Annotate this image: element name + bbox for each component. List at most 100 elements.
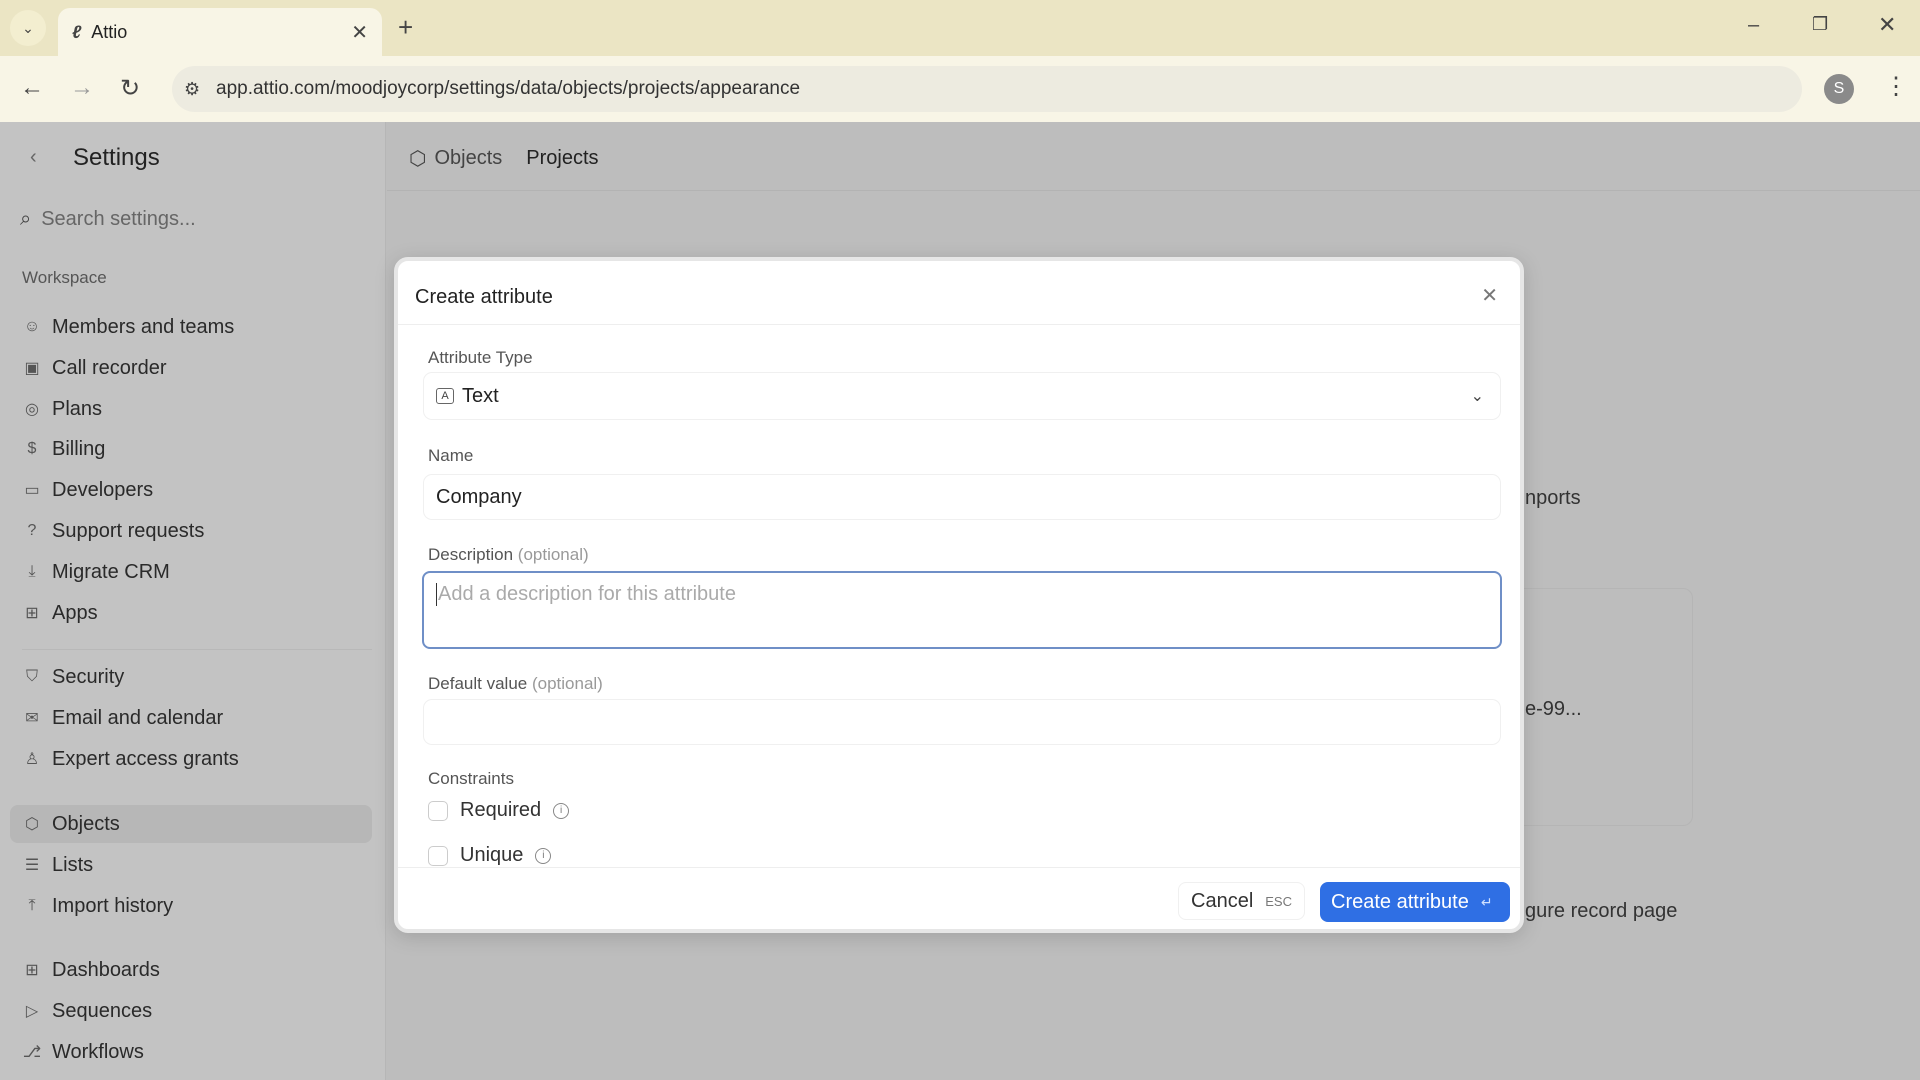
create-attribute-dialog: Create attribute ✕ Attribute Type A Text… [394, 257, 1524, 933]
footer-divider [398, 867, 1520, 868]
sidebar-item-sequences[interactable]: ▷ Sequences [22, 992, 152, 1030]
required-label: Required [460, 799, 541, 822]
enter-key-icon: ↵ [1481, 894, 1493, 911]
search-icon: ⌕ [20, 208, 31, 231]
sidebar-item-label: Security [52, 666, 124, 689]
sidebar-item-label: Billing [52, 438, 105, 461]
info-icon[interactable]: i [535, 848, 551, 864]
download-icon: ⤓ [22, 563, 42, 581]
sidebar-item-support-requests[interactable]: ?Support requests [22, 512, 204, 550]
header-divider [398, 324, 1520, 325]
optional-hint: (optional) [532, 674, 603, 693]
sidebar-item-label: Dashboards [52, 959, 160, 982]
sidebar-item-label: Email and calendar [52, 707, 223, 730]
sidebar-item-call-recorder[interactable]: ▣Call recorder [22, 349, 166, 387]
default-value-input[interactable] [424, 700, 1500, 744]
reload-icon[interactable]: ↻ [120, 74, 140, 103]
close-tab-icon[interactable]: ✕ [351, 20, 368, 45]
sidebar-item-label: Lists [52, 854, 93, 877]
sidebar-item-label: Members and teams [52, 316, 234, 339]
sidebar-item-label: Support requests [52, 520, 204, 543]
cancel-button[interactable]: Cancel ESC [1178, 882, 1305, 920]
background-imports-text: nports [1525, 487, 1581, 510]
dialog-title: Create attribute [415, 286, 553, 309]
name-label: Name [428, 446, 473, 466]
name-input[interactable]: Company [424, 475, 1500, 519]
users-icon: ☺ [22, 318, 42, 336]
sidebar-title: Settings [73, 144, 160, 172]
sidebar-item-label: Developers [52, 479, 153, 502]
site-info-icon[interactable]: ⚙ [184, 79, 200, 100]
settings-sidebar: ‹ Settings ⌕ Search settings... Workspac… [0, 122, 386, 1080]
url-text: app.attio.com/moodjoycorp/settings/data/… [216, 78, 800, 100]
attribute-type-label: Attribute Type [428, 348, 533, 368]
create-attribute-button[interactable]: Create attribute ↵ [1320, 882, 1510, 922]
create-label: Create attribute [1331, 891, 1469, 914]
checkbox[interactable] [428, 846, 448, 866]
checkbox[interactable] [428, 801, 448, 821]
search-settings-input[interactable]: ⌕ Search settings... [20, 208, 196, 231]
new-tab-icon[interactable]: + [398, 12, 413, 43]
menu-icon[interactable]: ⋮ [1884, 72, 1908, 101]
cube-icon: ⬡ [22, 814, 42, 834]
constraints-label: Constraints [428, 769, 514, 789]
workflow-icon: ⎇ [22, 1042, 42, 1062]
sidebar-item-label: Workflows [52, 1041, 144, 1064]
sidebar-item-import-history[interactable]: ⤒Import history [22, 887, 173, 925]
browser-tab[interactable]: ℓ Attio ✕ [58, 8, 382, 56]
restore-icon[interactable]: ❐ [1812, 14, 1828, 35]
description-label: Description (optional) [428, 545, 589, 565]
configure-record-page-link[interactable]: gure record page [1525, 900, 1677, 923]
default-label-text: Default value [428, 674, 527, 693]
attribute-type-select[interactable]: A Text ⌄ [424, 373, 1500, 419]
sidebar-item-label: Objects [52, 813, 120, 836]
back-chevron-icon[interactable]: ‹ [30, 146, 37, 169]
info-icon[interactable]: i [553, 803, 569, 819]
list-icon: ☰ [22, 855, 42, 875]
breadcrumb-objects[interactable]: Objects [434, 147, 502, 170]
mail-icon: ✉ [22, 708, 42, 728]
sidebar-item-developers[interactable]: ▭ Developers [22, 471, 153, 509]
sidebar-item-members-and-teams[interactable]: ☺ Members and teams [22, 308, 234, 346]
sidebar-item-dashboards[interactable]: ⊞ Dashboards [22, 951, 160, 989]
unique-checkbox[interactable]: Uniquei [428, 844, 551, 867]
sidebar-item-security[interactable]: ⛉ Security [22, 658, 124, 696]
esc-shortcut: ESC [1265, 894, 1292, 909]
tab-title: Attio [91, 22, 127, 43]
close-icon[interactable]: ✕ [1481, 283, 1498, 308]
terminal-icon: ▭ [22, 480, 42, 500]
url-field[interactable]: ⚙ app.attio.com/moodjoycorp/settings/dat… [172, 66, 1802, 112]
close-window-icon[interactable]: ✕ [1878, 12, 1896, 38]
sidebar-item-label: Migrate CRM [52, 561, 170, 584]
back-icon[interactable]: ← [20, 74, 44, 102]
unique-label: Unique [460, 844, 523, 867]
sequence-icon: ▷ [22, 1001, 42, 1021]
sidebar-item-plans[interactable]: ◎Plans [22, 390, 102, 428]
forward-icon[interactable]: → [70, 74, 94, 102]
description-label-text: Description [428, 545, 513, 564]
description-textarea[interactable]: Add a description for this attribute [422, 571, 1502, 649]
name-value: Company [436, 486, 522, 509]
minimize-icon[interactable]: – [1748, 14, 1759, 37]
profile-avatar[interactable]: S [1824, 74, 1854, 104]
optional-hint: (optional) [518, 545, 589, 564]
sidebar-item-email-and-calendar[interactable]: ✉ Email and calendar [22, 699, 223, 737]
sidebar-item-expert-access-grants[interactable]: ♙Expert access grants [22, 740, 239, 778]
sidebar-item-lists[interactable]: ☰ Lists [22, 846, 93, 884]
sidebar-item-billing[interactable]: $Billing [22, 430, 105, 468]
breadcrumb-projects: Projects [526, 147, 598, 170]
sidebar-item-migrate-crm[interactable]: ⤓ Migrate CRM [22, 553, 170, 591]
cancel-label: Cancel [1191, 890, 1253, 913]
sidebar-item-workflows[interactable]: ⎇ Workflows [22, 1033, 144, 1071]
sidebar-item-label: Plans [52, 398, 102, 421]
required-checkbox[interactable]: Required i [428, 799, 569, 822]
import-icon: ⤒ [22, 897, 42, 915]
dashboard-icon: ⊞ [22, 960, 42, 980]
cube-icon: ⬡ [409, 146, 426, 171]
sidebar-item-label: Sequences [52, 1000, 152, 1023]
description-placeholder: Add a description for this attribute [436, 583, 736, 606]
shield-icon: ⛉ [22, 668, 42, 686]
sidebar-item-objects[interactable]: ⬡ Objects [22, 805, 120, 843]
tab-search-icon[interactable]: ⌄ [10, 10, 46, 46]
sidebar-item-apps[interactable]: ⊞Apps [22, 594, 98, 632]
